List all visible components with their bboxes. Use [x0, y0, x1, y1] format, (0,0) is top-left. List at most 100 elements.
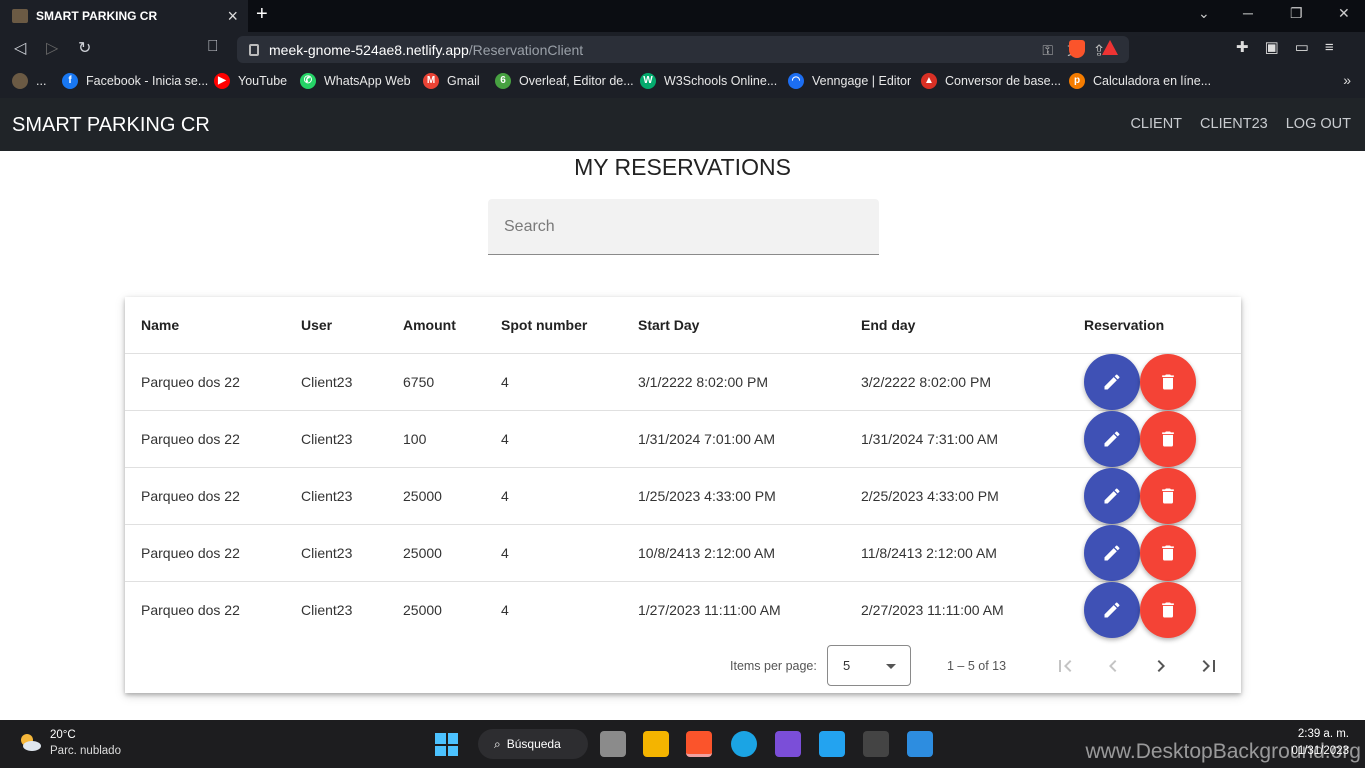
- header-reservation: Reservation: [1084, 317, 1165, 333]
- terminal-icon[interactable]: [863, 731, 889, 757]
- bookmark-label: Gmail: [447, 74, 480, 88]
- clock-time[interactable]: 2:39 a. m.: [1298, 728, 1349, 740]
- cell-name: Parqueo dos 22: [141, 545, 240, 561]
- brave-rewards-icon[interactable]: [1102, 40, 1118, 55]
- bookmark-item[interactable]: ▶ YouTube: [214, 73, 287, 89]
- bookmark-item[interactable]: f Facebook - Inicia se...: [62, 73, 208, 89]
- last-page-icon[interactable]: [1197, 654, 1221, 678]
- previous-page-icon[interactable]: [1101, 654, 1125, 678]
- delete-reservation-button[interactable]: [1140, 525, 1196, 581]
- extensions-icons[interactable]: ✚▣▭≡: [1236, 38, 1350, 56]
- taskbar-search-label: Búsqueda: [506, 737, 561, 751]
- taskbar-search[interactable]: ⌕ Búsqueda: [478, 729, 588, 759]
- tab-title: SMART PARKING CR: [36, 9, 158, 23]
- bookmark-label: Facebook - Inicia se...: [86, 74, 209, 88]
- header-end-day[interactable]: End day: [861, 317, 915, 333]
- items-per-page-select[interactable]: 5: [827, 645, 911, 686]
- edit-reservation-button[interactable]: [1084, 411, 1140, 467]
- windows-start-icon[interactable]: [435, 733, 458, 756]
- weather-condition[interactable]: Parc. nublado: [50, 745, 121, 757]
- bookmark-item[interactable]: p Calculadora en líne...: [1069, 73, 1211, 89]
- pencil-icon: [1104, 374, 1120, 390]
- back-icon[interactable]: ◁: [14, 38, 26, 58]
- pencil-icon: [1104, 488, 1120, 504]
- bookmark-item[interactable]: M Gmail: [423, 73, 480, 89]
- bookmark-label: Conversor de base...: [945, 74, 1062, 88]
- cell-name: Parqueo dos 22: [141, 488, 240, 504]
- bookmark-item[interactable]: ✆ WhatsApp Web: [300, 73, 411, 89]
- restore-icon[interactable]: ❐: [1290, 5, 1303, 22]
- browser-tab[interactable]: SMART PARKING CR ×: [0, 0, 248, 32]
- site-favicon-icon: [12, 9, 28, 23]
- cell-name: Parqueo dos 22: [141, 602, 240, 618]
- first-page-icon[interactable]: [1053, 654, 1077, 678]
- bookmark-icon[interactable]: ⎕: [208, 38, 218, 56]
- tab-close-icon[interactable]: ×: [227, 6, 238, 27]
- cell-name: Parqueo dos 22: [141, 431, 240, 447]
- header-user[interactable]: User: [301, 317, 332, 333]
- file-explorer-icon[interactable]: [643, 731, 669, 757]
- search-icon: ⌕: [494, 736, 501, 751]
- nav-client23[interactable]: CLIENT23: [1200, 116, 1268, 132]
- reservations-table: Name User Amount Spot number Start Day E…: [125, 297, 1241, 693]
- header-amount[interactable]: Amount: [403, 317, 456, 333]
- cell-start-day: 1/25/2023 4:33:00 PM: [638, 488, 776, 504]
- edge-icon[interactable]: [731, 731, 757, 757]
- new-tab-icon[interactable]: +: [256, 3, 268, 26]
- edit-reservation-button[interactable]: [1084, 582, 1140, 638]
- edit-reservation-button[interactable]: [1084, 468, 1140, 524]
- table-row: Parqueo dos 22 Client23 100 4 1/31/2024 7:01…: [125, 411, 1241, 468]
- reload-icon[interactable]: ↻: [78, 38, 91, 58]
- bookmarks-overflow-icon[interactable]: »: [1343, 72, 1351, 88]
- app-toolbar: SMART PARKING CR CLIENT CLIENT23 LOG OUT: [0, 98, 1365, 151]
- cell-spot-number: 4: [501, 602, 509, 618]
- bookmarks-bar: ... f Facebook - Inicia se... ▶ YouTube ✆ What…: [0, 66, 1365, 98]
- edit-reservation-button[interactable]: [1084, 525, 1140, 581]
- page-range-label: 1 – 5 of 13: [947, 659, 1007, 673]
- bookmark-item[interactable]: W W3Schools Online...: [640, 73, 777, 89]
- delete-reservation-button[interactable]: [1140, 411, 1196, 467]
- table-header-row: Name User Amount Spot number Start Day E…: [125, 297, 1241, 354]
- search-field[interactable]: [488, 199, 879, 255]
- lock-icon: [249, 43, 259, 56]
- nav-client[interactable]: CLIENT: [1130, 116, 1182, 132]
- brave-shields-icon[interactable]: [1069, 40, 1085, 58]
- bookmark-item[interactable]: ...: [12, 73, 46, 89]
- header-name[interactable]: Name: [141, 317, 179, 333]
- delete-reservation-button[interactable]: [1140, 582, 1196, 638]
- nav-logout[interactable]: LOG OUT: [1286, 116, 1351, 132]
- header-spot-number[interactable]: Spot number: [501, 317, 587, 333]
- search-input[interactable]: [488, 199, 879, 254]
- pencil-icon: [1104, 431, 1120, 447]
- bookmark-item[interactable]: ◠ Venngage | Editor: [788, 73, 911, 89]
- minimize-icon[interactable]: ─: [1243, 5, 1253, 21]
- url-path: /ReservationClient: [468, 41, 584, 58]
- cell-end-day: 3/2/2222 8:02:00 PM: [861, 374, 991, 390]
- table-row: Parqueo dos 22 Client23 25000 4 1/27/2023 11…: [125, 582, 1241, 639]
- delete-reservation-button[interactable]: [1140, 354, 1196, 410]
- bookmark-favicon-icon: f: [62, 73, 78, 89]
- cell-amount: 6750: [403, 374, 435, 390]
- visual-studio-icon[interactable]: [775, 731, 801, 757]
- forward-icon[interactable]: ▷: [46, 38, 58, 58]
- edit-reservation-button[interactable]: [1084, 354, 1140, 410]
- task-view-icon[interactable]: [600, 731, 626, 757]
- window-close-icon[interactable]: ✕: [1338, 5, 1350, 22]
- tab-search-icon[interactable]: ⌄: [1198, 5, 1210, 22]
- weather-temperature[interactable]: 20°C: [50, 729, 76, 741]
- table-row: Parqueo dos 22 Client23 6750 4 3/1/2222 8:02…: [125, 354, 1241, 411]
- vscode-icon[interactable]: [819, 731, 845, 757]
- delete-reservation-button[interactable]: [1140, 468, 1196, 524]
- address-bar[interactable]: meek-gnome-524ae8.netlify.app/Reservatio…: [237, 36, 1129, 63]
- bookmark-favicon-icon: p: [1069, 73, 1085, 89]
- cell-end-day: 2/27/2023 11:11:00 AM: [861, 602, 1004, 618]
- next-page-icon[interactable]: [1149, 654, 1173, 678]
- page-title: MY RESERVATIONS: [574, 154, 791, 180]
- header-start-day[interactable]: Start Day: [638, 317, 699, 333]
- brand-title[interactable]: SMART PARKING CR: [12, 114, 210, 137]
- bookmark-item[interactable]: ▲ Conversor de base...: [921, 73, 1061, 89]
- url-domain: meek-gnome-524ae8.netlify.app: [269, 41, 469, 58]
- brave-browser-icon[interactable]: [686, 731, 712, 757]
- photos-icon[interactable]: [907, 731, 933, 757]
- bookmark-item[interactable]: 6 Overleaf, Editor de...: [495, 73, 634, 89]
